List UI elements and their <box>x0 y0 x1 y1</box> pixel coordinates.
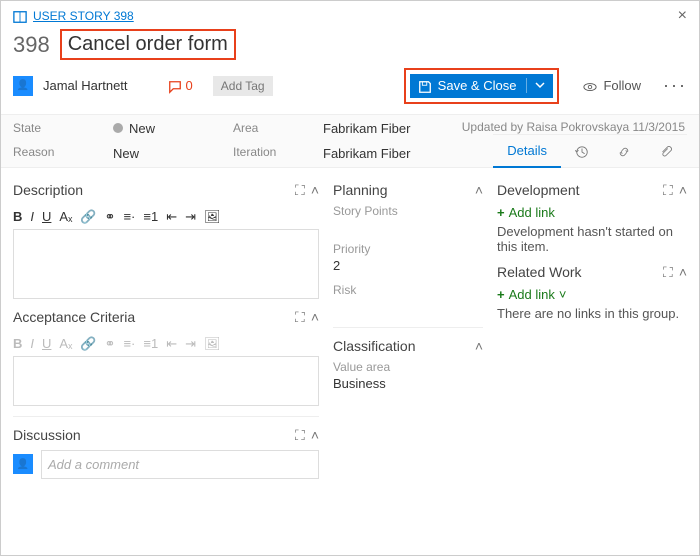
comments-count[interactable]: 0 <box>168 78 193 94</box>
description-editor[interactable] <box>13 229 319 299</box>
iteration-label: Iteration <box>233 145 293 159</box>
eye-icon <box>583 78 597 94</box>
add-tag-button[interactable]: Add Tag <box>213 76 273 96</box>
expand-icon[interactable]: ⛶ <box>663 182 673 199</box>
area-value[interactable]: Fabrikam Fiber <box>323 121 410 136</box>
tab-attachments[interactable] <box>645 135 687 169</box>
description-toolbar[interactable]: BIU Aₓ🔗⚭ ≡·≡1⇤⇥ 🖼 <box>13 205 319 229</box>
follow-label: Follow <box>603 78 641 93</box>
chevron-up-icon[interactable]: ˄ <box>475 338 483 354</box>
comment-icon <box>168 78 182 94</box>
save-label: Save & Close <box>438 78 517 93</box>
reason-value[interactable]: New <box>113 146 203 161</box>
title-input[interactable]: Cancel order form <box>60 29 236 60</box>
state-dot-icon <box>113 123 123 133</box>
risk-label: Risk <box>333 283 483 297</box>
reason-label: Reason <box>13 145 83 159</box>
chevron-up-icon[interactable]: ˄ <box>311 427 319 444</box>
chevron-up-icon[interactable]: ˄ <box>475 182 483 198</box>
priority-label: Priority <box>333 242 483 256</box>
comment-input[interactable]: Add a comment <box>41 450 319 479</box>
breadcrumb-link[interactable]: USER STORY 398 <box>33 9 134 23</box>
tab-history[interactable] <box>561 135 603 169</box>
development-header: Development <box>497 182 580 198</box>
book-icon <box>13 8 27 24</box>
acceptance-editor[interactable] <box>13 356 319 406</box>
close-icon[interactable]: × <box>678 7 687 25</box>
dev-add-link[interactable]: +Add link <box>497 205 687 220</box>
save-close-button[interactable]: Save & Close <box>410 74 554 98</box>
state-label: State <box>13 121 83 135</box>
assignee[interactable]: Jamal Hartnett <box>43 78 128 93</box>
priority-value[interactable]: 2 <box>333 258 483 273</box>
dev-note: Development hasn't started on this item. <box>497 224 687 254</box>
acceptance-header: Acceptance Criteria <box>13 309 135 325</box>
chevron-up-icon[interactable]: ˄ <box>311 309 319 326</box>
classification-header: Classification <box>333 338 415 354</box>
related-add-link[interactable]: +Add link ˅ <box>497 287 687 302</box>
chevron-down-icon: ˅ <box>559 287 567 302</box>
expand-icon[interactable]: ⛶ <box>295 309 305 326</box>
discussion-header: Discussion <box>13 427 81 443</box>
comment-count-value: 0 <box>186 78 193 93</box>
expand-icon[interactable]: ⛶ <box>295 427 305 444</box>
avatar: 👤 <box>13 76 33 96</box>
chevron-up-icon[interactable]: ˄ <box>679 264 687 281</box>
acceptance-toolbar[interactable]: BIU Aₓ🔗⚭ ≡·≡1⇤⇥ 🖼 <box>13 332 319 356</box>
story-points-label: Story Points <box>333 204 483 218</box>
plus-icon: + <box>497 287 505 302</box>
avatar: 👤 <box>13 454 33 474</box>
value-area-label: Value area <box>333 360 483 374</box>
more-menu[interactable]: ··· <box>663 75 687 96</box>
state-value[interactable]: New <box>113 121 203 136</box>
plus-icon: + <box>497 205 505 220</box>
planning-header: Planning <box>333 182 388 198</box>
expand-icon[interactable]: ⛶ <box>295 182 305 199</box>
related-header: Related Work <box>497 264 582 280</box>
related-note: There are no links in this group. <box>497 306 687 321</box>
value-area-value[interactable]: Business <box>333 376 483 391</box>
area-label: Area <box>233 121 293 135</box>
expand-icon[interactable]: ⛶ <box>663 264 673 281</box>
description-header: Description <box>13 182 83 198</box>
chevron-up-icon[interactable]: ˄ <box>311 182 319 199</box>
save-icon <box>418 78 432 94</box>
follow-button[interactable]: Follow <box>583 78 641 94</box>
iteration-value[interactable]: Fabrikam Fiber <box>323 146 410 161</box>
tab-details[interactable]: Details <box>493 135 561 168</box>
tab-links[interactable] <box>603 135 645 169</box>
work-item-id: 398 <box>13 32 50 58</box>
chevron-down-icon[interactable] <box>526 78 545 93</box>
chevron-up-icon[interactable]: ˄ <box>679 182 687 199</box>
